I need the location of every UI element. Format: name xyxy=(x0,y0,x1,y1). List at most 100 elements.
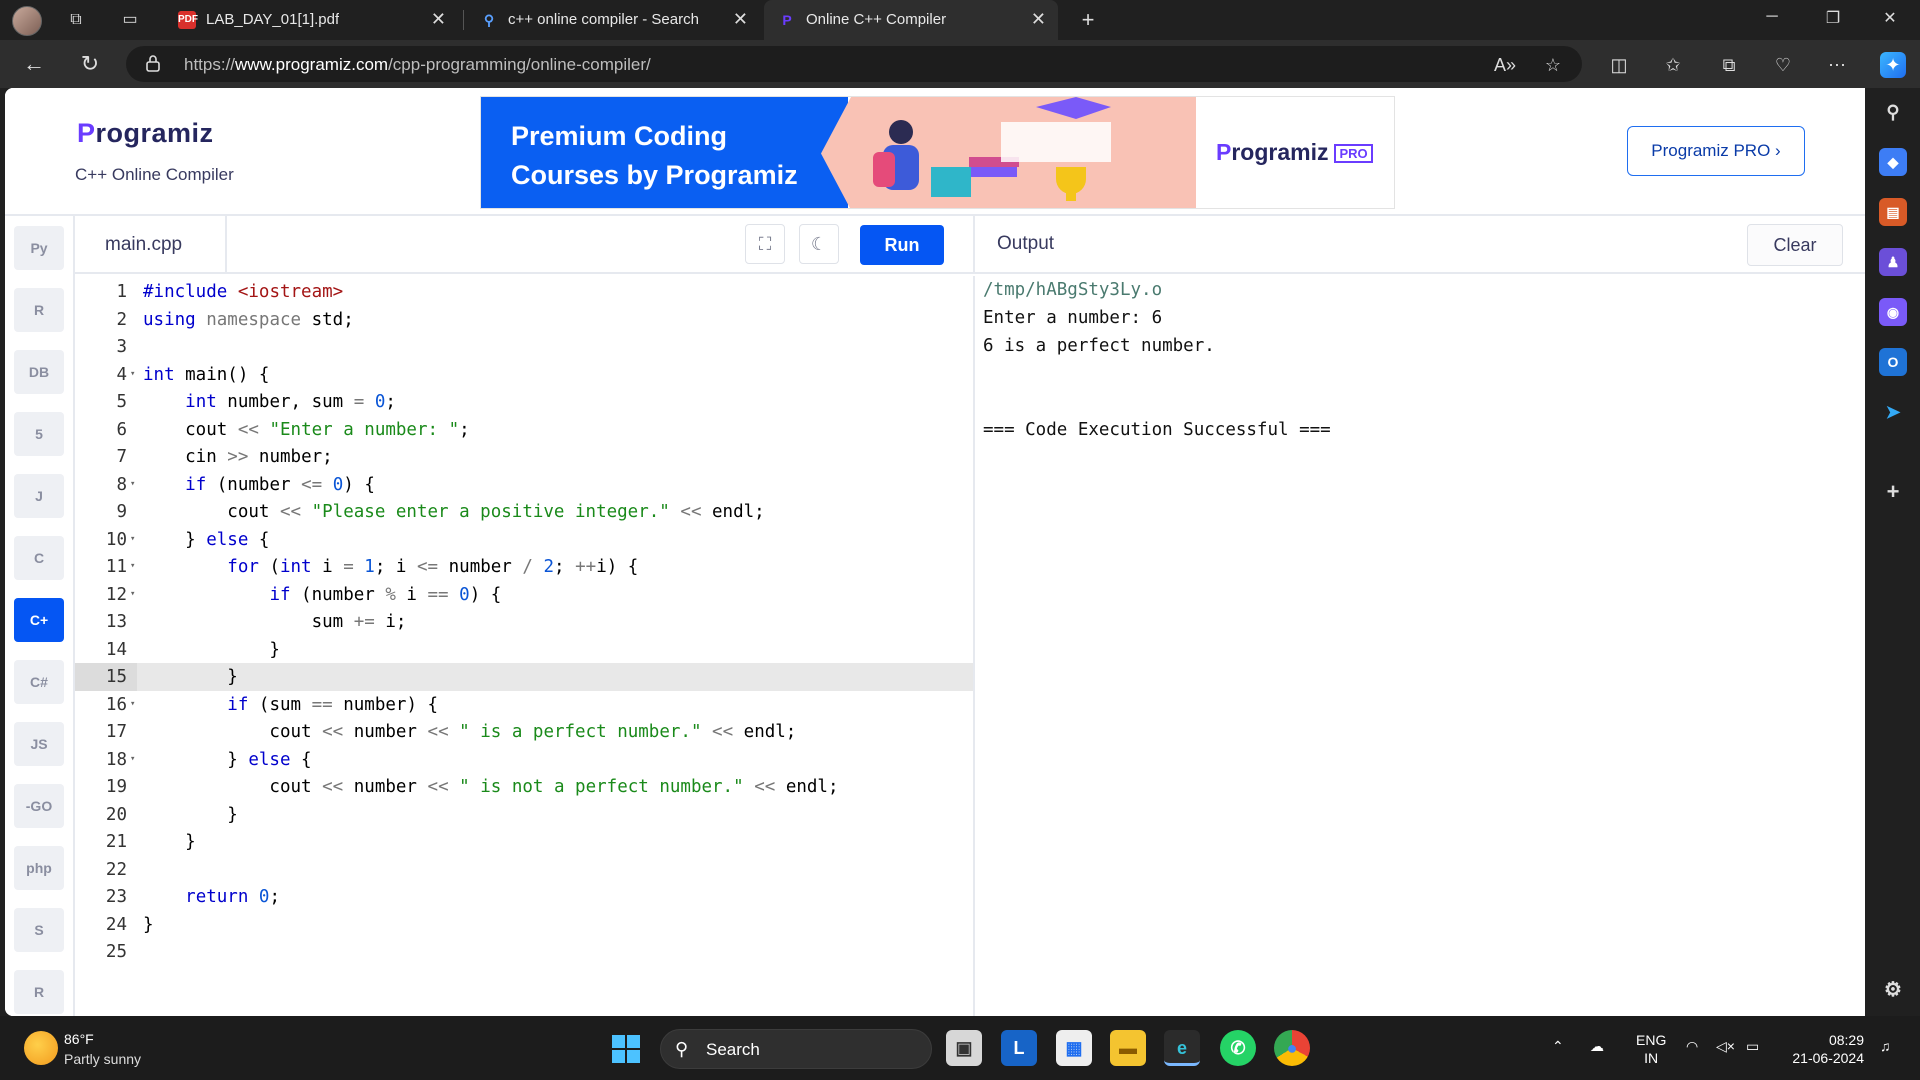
run-button[interactable]: Run xyxy=(860,225,944,265)
javascript-icon[interactable]: JS xyxy=(14,722,64,766)
code-line[interactable]: 8 ▾ if (number <= 0) { xyxy=(75,471,975,499)
csharp-icon[interactable]: C# xyxy=(14,660,64,704)
copilot-icon[interactable]: ✦ xyxy=(1880,52,1906,78)
minimize-icon[interactable]: ─ xyxy=(1762,8,1782,26)
back-icon[interactable]: ← xyxy=(20,50,48,78)
wifi-icon[interactable]: ◠ xyxy=(1686,1038,1698,1055)
clock[interactable]: 08:29 21-06-2024 xyxy=(1784,1031,1864,1067)
python-icon[interactable]: Py xyxy=(14,226,64,270)
swift-icon[interactable]: S xyxy=(14,908,64,952)
php-icon[interactable]: php xyxy=(14,846,64,890)
games-icon[interactable]: ♟ xyxy=(1879,248,1907,276)
go-icon[interactable]: -GO xyxy=(14,784,64,828)
fold-chevron-icon[interactable]: ▾ xyxy=(130,699,135,709)
tab-search[interactable]: ⚲ c++ online compiler - Search ✕ xyxy=(466,0,760,40)
code-line[interactable]: 12 ▾ if (number % i == 0) { xyxy=(75,581,975,609)
clear-button[interactable]: Clear xyxy=(1747,224,1843,266)
code-line[interactable]: 20 } xyxy=(75,801,975,829)
file-tab-main-cpp[interactable]: main.cpp xyxy=(75,216,227,274)
fullscreen-icon[interactable]: ⛶ xyxy=(745,224,785,264)
fold-chevron-icon[interactable]: ▾ xyxy=(130,589,135,599)
code-editor[interactable]: 1 #include <iostream> 2 using namespace std… xyxy=(75,276,975,1016)
java-icon[interactable]: J xyxy=(14,474,64,518)
code-line[interactable]: 22 xyxy=(75,856,975,884)
tab-pdf[interactable]: PDF LAB_DAY_01[1].pdf ✕ xyxy=(164,0,458,40)
m365-icon[interactable]: ◉ xyxy=(1879,298,1907,326)
fold-chevron-icon[interactable]: ▾ xyxy=(130,479,135,489)
sql-icon[interactable]: DB xyxy=(14,350,64,394)
code-line[interactable]: 9 cout << "Please enter a positive integ… xyxy=(75,498,975,526)
code-line[interactable]: 25 xyxy=(75,938,975,966)
notification-bell-icon[interactable]: ♫ xyxy=(1880,1038,1891,1054)
fold-chevron-icon[interactable]: ▾ xyxy=(130,561,135,571)
outlook-icon[interactable]: O xyxy=(1879,348,1907,376)
code-line[interactable]: 13 sum += i; xyxy=(75,608,975,636)
code-line[interactable]: 19 cout << number << " is not a perfect … xyxy=(75,773,975,801)
r-icon[interactable]: R xyxy=(14,288,64,332)
code-line[interactable]: 7 cin >> number; xyxy=(75,443,975,471)
favorites-icon[interactable]: ✩ xyxy=(1660,52,1686,78)
close-icon[interactable]: ✕ xyxy=(431,9,446,30)
code-line[interactable]: 10 ▾ } else { xyxy=(75,526,975,554)
performance-icon[interactable]: ♡ xyxy=(1770,52,1796,78)
code-line[interactable]: 21 } xyxy=(75,828,975,856)
new-tab-icon[interactable]: + xyxy=(1078,9,1098,31)
input-language[interactable]: ENG IN xyxy=(1636,1031,1666,1067)
chrome-icon[interactable]: ● xyxy=(1274,1030,1310,1066)
code-line[interactable]: 2 using namespace std; xyxy=(75,306,975,334)
file-explorer-icon[interactable]: ▬ xyxy=(1110,1030,1146,1066)
programiz-pro-button[interactable]: Programiz PRO › xyxy=(1627,126,1805,176)
code-line[interactable]: 18 ▾ } else { xyxy=(75,746,975,774)
output-console[interactable]: /tmp/hABgSty3Ly.o Enter a number: 6 6 is a… xyxy=(973,276,1865,1016)
code-line[interactable]: 16 ▾ if (sum == number) { xyxy=(75,691,975,719)
tab-compiler[interactable]: P Online C++ Compiler ✕ xyxy=(764,0,1058,40)
volume-muted-icon[interactable]: ◁× xyxy=(1716,1038,1735,1055)
weather-sun-icon[interactable] xyxy=(24,1031,58,1065)
programiz-logo[interactable]: Programiz xyxy=(77,118,214,149)
teams-icon[interactable]: L xyxy=(1001,1030,1037,1066)
code-line[interactable]: 24} xyxy=(75,911,975,939)
code-line[interactable]: 23 return 0; xyxy=(75,883,975,911)
fold-chevron-icon[interactable]: ▾ xyxy=(130,534,135,544)
read-aloud-icon[interactable]: A» xyxy=(1492,52,1518,78)
close-window-icon[interactable]: ✕ xyxy=(1880,8,1900,28)
add-icon[interactable]: + xyxy=(1879,478,1907,506)
tab-actions-icon[interactable]: ▭ xyxy=(120,10,140,30)
show-hidden-icons-chevron-icon[interactable]: ⌃ xyxy=(1552,1038,1564,1055)
code-line[interactable]: 15 } xyxy=(75,663,975,691)
split-screen-icon[interactable]: ◫ xyxy=(1606,52,1632,78)
refresh-icon[interactable]: ↻ xyxy=(76,50,104,78)
send-icon[interactable]: ➤ xyxy=(1879,398,1907,426)
task-view-icon[interactable]: ▣ xyxy=(946,1030,982,1066)
address-bar[interactable]: https://www.programiz.com/cpp-programmin… xyxy=(126,46,1582,82)
profile-avatar[interactable] xyxy=(12,6,42,36)
restore-icon[interactable]: ❐ xyxy=(1823,8,1843,28)
collections-icon[interactable]: ⧉ xyxy=(1716,52,1742,78)
code-line[interactable]: 11 ▾ for (int i = 1; i <= number / 2; ++i… xyxy=(75,553,975,581)
workspaces-icon[interactable]: ⧉ xyxy=(66,10,86,30)
code-line[interactable]: 3 xyxy=(75,333,975,361)
search-icon[interactable]: ⚲ xyxy=(1879,98,1907,126)
edge-icon[interactable]: e xyxy=(1164,1030,1200,1066)
onedrive-cloud-icon[interactable]: ☁ xyxy=(1590,1038,1604,1055)
ad-banner[interactable]: Premium Coding Courses by Programiz Prog… xyxy=(480,96,1395,209)
code-line[interactable]: 17 cout << number << " is a perfect numb… xyxy=(75,718,975,746)
rust-icon[interactable]: R xyxy=(14,970,64,1014)
favorite-star-icon[interactable]: ☆ xyxy=(1540,52,1566,78)
code-line[interactable]: 4 ▾ int main() { xyxy=(75,361,975,389)
html5-icon[interactable]: 5 xyxy=(14,412,64,456)
more-icon[interactable]: ⋯ xyxy=(1824,52,1850,78)
windows-start-icon[interactable] xyxy=(612,1035,640,1063)
fold-chevron-icon[interactable]: ▾ xyxy=(130,754,135,764)
cpp-icon[interactable]: C+ xyxy=(14,598,64,642)
taskbar-search[interactable]: ⚲ Search xyxy=(660,1029,932,1069)
settings-gear-icon[interactable]: ⚙ xyxy=(1879,976,1907,1004)
battery-icon[interactable]: ▭ xyxy=(1746,1038,1759,1055)
close-icon[interactable]: ✕ xyxy=(733,9,748,30)
store-icon[interactable]: ▦ xyxy=(1056,1030,1092,1066)
code-line[interactable]: 14 } xyxy=(75,636,975,664)
tag-icon[interactable]: ◆ xyxy=(1879,148,1907,176)
dark-mode-moon-icon[interactable]: ☾ xyxy=(799,224,839,264)
code-line[interactable]: 5 int number, sum = 0; xyxy=(75,388,975,416)
fold-chevron-icon[interactable]: ▾ xyxy=(130,369,135,379)
